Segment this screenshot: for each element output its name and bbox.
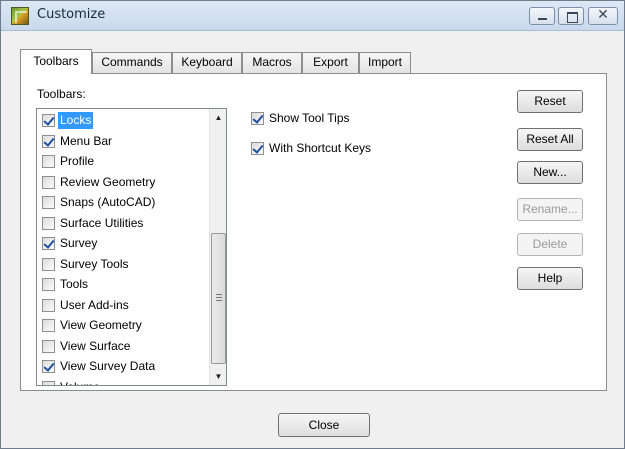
list-item-checkbox[interactable] (42, 196, 55, 209)
list-item-label: View Surface (60, 338, 131, 353)
rename-button[interactable]: Rename... (517, 198, 583, 221)
list-item-label: Survey (60, 236, 98, 250)
list-item-label: Menu Bar (60, 133, 113, 148)
list-item-checkbox[interactable] (42, 278, 55, 291)
list-item[interactable]: Review Geometry (37, 172, 209, 193)
toolbars-panel: Toolbars: Locks Menu Bar Profile Review Geo… (20, 73, 607, 391)
grip-icon (216, 294, 222, 301)
list-item-checkbox[interactable] (42, 380, 55, 385)
show-tool-tips-checkbox[interactable] (251, 112, 264, 125)
scroll-up-icon[interactable]: ▲ (210, 109, 226, 126)
list-item[interactable]: Volume (37, 377, 209, 386)
list-item-label: Locks (58, 112, 94, 129)
minimize-button[interactable] (529, 7, 555, 25)
list-item[interactable]: Survey (37, 233, 209, 254)
maximize-button[interactable] (558, 7, 584, 25)
list-item[interactable]: Profile (37, 151, 209, 172)
list-item-checkbox[interactable] (42, 360, 55, 373)
app-icon (11, 7, 29, 25)
close-icon: ✕ (597, 7, 609, 23)
list-item-checkbox[interactable] (42, 237, 55, 250)
list-item-label: Survey Tools (60, 256, 129, 271)
list-item-label: View Survey Data (60, 359, 156, 373)
toolbars-label: Toolbars: (37, 87, 86, 101)
list-item[interactable]: View Survey Data (37, 356, 209, 377)
tab-import[interactable]: Import (359, 52, 411, 73)
list-item[interactable]: Snaps (AutoCAD) (37, 192, 209, 213)
title-bar[interactable]: Customize ✕ (1, 1, 624, 31)
help-button[interactable]: Help (517, 267, 583, 290)
with-shortcut-keys-checkbox[interactable] (251, 142, 264, 155)
list-item[interactable]: View Surface (37, 336, 209, 357)
list-item[interactable]: Survey Tools (37, 254, 209, 275)
list-item-label: View Geometry (60, 318, 142, 332)
list-item-checkbox[interactable] (42, 114, 55, 127)
tab-export[interactable]: Export (302, 52, 359, 73)
with-shortcut-keys-label: With Shortcut Keys (269, 141, 372, 155)
reset-all-button[interactable]: Reset All (517, 128, 583, 151)
tab-commands[interactable]: Commands (92, 52, 172, 73)
window-title: Customize (37, 7, 106, 22)
new-button[interactable]: New... (517, 161, 583, 184)
customize-dialog: Customize ✕ Toolbars Commands Keyboard M… (0, 0, 625, 449)
reset-button[interactable]: Reset (517, 90, 583, 113)
tab-toolbars[interactable]: Toolbars (20, 49, 92, 74)
list-item-label: Surface Utilities (60, 215, 144, 230)
list-item[interactable]: View Geometry (37, 315, 209, 336)
show-tool-tips-label: Show Tool Tips (269, 111, 350, 125)
tab-keyboard[interactable]: Keyboard (172, 52, 242, 73)
list-item-label: Profile (60, 154, 95, 168)
list-item-label: Tools (60, 277, 89, 291)
list-item[interactable]: Tools (37, 274, 209, 295)
toolbars-listbox[interactable]: Locks Menu Bar Profile Review Geometry Snaps… (36, 108, 227, 386)
list-scrollbar[interactable]: ▲ ▼ (209, 109, 226, 385)
list-item[interactable]: Menu Bar (37, 131, 209, 152)
list-item-checkbox[interactable] (42, 216, 55, 230)
list-item-checkbox[interactable] (42, 155, 55, 168)
list-item-checkbox[interactable] (42, 257, 55, 271)
list-item-label: User Add-ins (60, 297, 129, 312)
list-item[interactable]: Locks (37, 110, 209, 131)
list-item-checkbox[interactable] (42, 175, 55, 189)
list-item-label: Snaps (AutoCAD) (60, 195, 156, 209)
scroll-down-icon[interactable]: ▼ (210, 368, 226, 385)
list-item-checkbox[interactable] (42, 319, 55, 332)
list-item-label: Review Geometry (60, 174, 156, 189)
list-item-label: Volume (58, 379, 102, 386)
list-item[interactable]: Surface Utilities (37, 213, 209, 234)
list-item-checkbox[interactable] (42, 339, 55, 353)
list-item-checkbox[interactable] (42, 134, 55, 148)
list-item-checkbox[interactable] (42, 298, 55, 312)
close-button[interactable]: Close (278, 413, 370, 437)
tab-macros[interactable]: Macros (242, 52, 302, 73)
delete-button[interactable]: Delete (517, 233, 583, 256)
list-item[interactable]: User Add-ins (37, 295, 209, 316)
scroll-thumb[interactable] (211, 233, 226, 364)
close-window-button[interactable]: ✕ (588, 7, 618, 25)
